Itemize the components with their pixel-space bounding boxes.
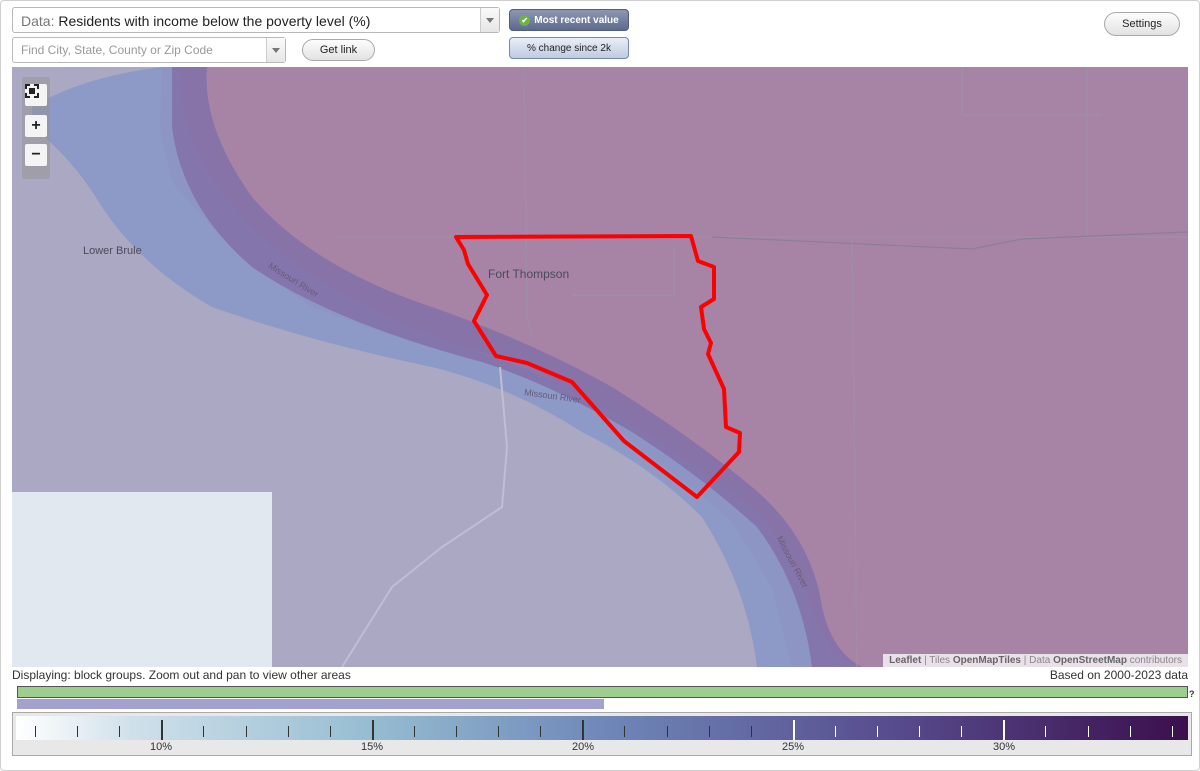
legend-minor-tick [413,726,415,737]
location-search[interactable] [12,37,286,63]
zoom-control: + − [22,77,50,179]
legend-minor-tick [750,726,752,737]
settings-button[interactable]: Settings [1104,12,1180,36]
most-recent-value-label: Most recent value [534,14,619,26]
legend-major-tick [161,720,164,740]
legend-minor-tick [119,726,121,737]
legend-minor-tick [287,726,289,737]
legend-minor-tick [540,726,542,737]
check-icon: ✔ [519,14,531,26]
legend-major-tick [582,720,585,740]
legend-label: 25% [781,741,805,753]
percent-change-label: % change since 2k [527,42,611,54]
legend-label: 30% [992,741,1016,753]
data-coverage-bar [17,686,1188,698]
legend-minor-tick [877,726,878,737]
legend-minor-tick [245,726,247,737]
data-select-value: Residents with income below the poverty … [58,13,371,29]
legend-label: 20% [571,741,595,753]
legend-major-tick [371,720,374,740]
attrib-sep-tiles: | Tiles [921,655,953,666]
displaying-status: Displaying: block groups. Zoom out and p… [12,668,351,682]
openstreetmap-link[interactable]: OpenStreetMap [1053,655,1127,666]
help-icon[interactable]: ? [1189,689,1195,699]
value-position-bar [17,699,604,709]
legend-minor-tick [1171,726,1173,737]
map-attribution: Leaflet | Tiles OpenMapTiles | Data Open… [883,654,1188,667]
chevron-down-icon[interactable] [266,38,285,62]
data-select[interactable]: Data: Residents with income below the po… [12,7,500,33]
legend-minor-tick [498,726,500,737]
color-legend: 10% 15% 20% 25% 30% [12,712,1192,756]
chevron-down-icon[interactable] [480,8,499,32]
place-label-lower-brule: Lower Brule [83,245,142,257]
legend-minor-tick [329,726,331,737]
legend-minor-tick [1087,726,1089,737]
legend-label: 10% [149,741,173,753]
attrib-sep-data: | Data [1021,655,1054,666]
leaflet-link[interactable]: Leaflet [889,655,921,666]
legend-gradient [16,716,1188,740]
legend-minor-tick [1129,726,1131,737]
get-link-button[interactable]: Get link [302,39,375,61]
legend-minor-tick [834,726,836,737]
attrib-contributors: contributors [1126,655,1182,666]
map-view[interactable]: Lower Brule Fort Thompson Missouri River… [12,67,1188,667]
legend-major-tick [792,720,795,740]
legend-minor-tick [1045,726,1047,737]
legend-minor-tick [708,726,710,737]
legend-minor-tick [666,726,668,737]
legend-major-tick [1003,720,1006,740]
legend-minor-tick [77,726,79,737]
fullscreen-icon[interactable] [25,84,47,106]
most-recent-value-toggle[interactable]: ✔ Most recent value [509,9,629,31]
zoom-in-button[interactable]: + [25,115,47,137]
legend-minor-tick [624,726,626,737]
legend-minor-tick [961,726,963,737]
openmaptiles-link[interactable]: OpenMapTiles [953,655,1021,666]
place-label-fort-thompson: Fort Thompson [488,267,570,281]
legend-minor-tick [456,726,457,737]
zoom-out-button[interactable]: − [25,144,47,166]
data-select-prefix: Data: [21,13,55,29]
map-overlay-panel [12,492,272,667]
legend-minor-tick [35,726,36,737]
legend-label: 15% [360,741,384,753]
legend-minor-tick [203,726,205,737]
location-search-input[interactable] [19,42,263,58]
data-range-note: Based on 2000-2023 data [1049,668,1188,682]
legend-minor-tick [919,726,921,737]
percent-change-toggle[interactable]: % change since 2k [509,37,629,59]
